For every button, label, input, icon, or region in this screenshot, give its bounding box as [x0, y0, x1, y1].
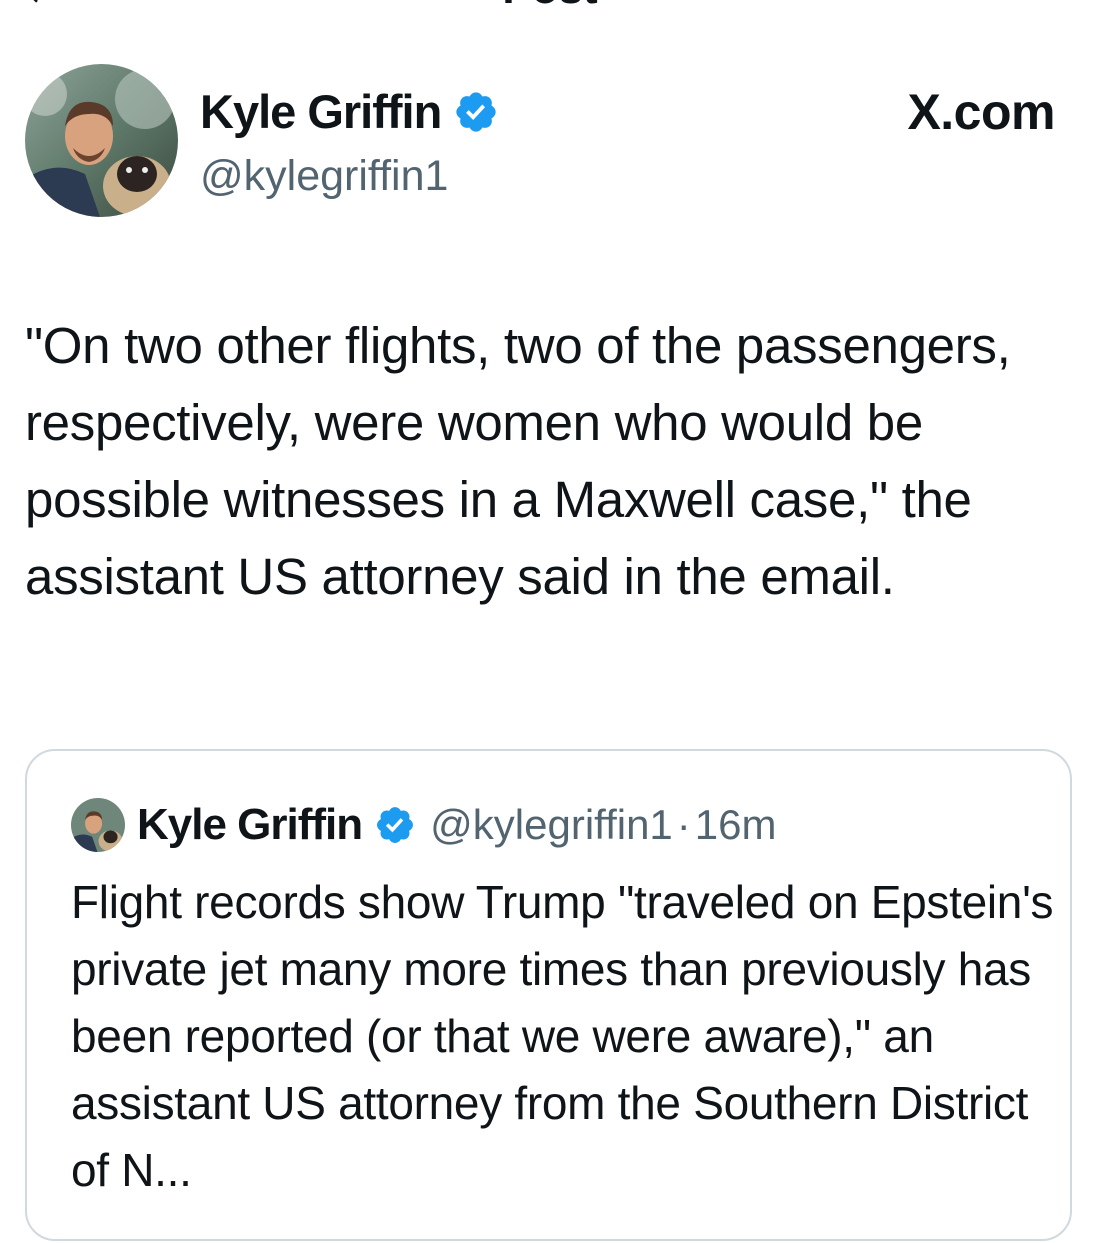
verified-badge-icon [456, 92, 496, 132]
author-handle[interactable]: @kylegriffin1 [200, 148, 448, 204]
quoted-post-card[interactable]: Kyle Griffin @kylegriffin1 · 16m Flight … [25, 749, 1072, 1241]
author-name-text: Kyle Griffin [200, 85, 442, 138]
quoted-author-handle: @kylegriffin1 [430, 801, 673, 848]
site-label: X.com [907, 84, 1055, 140]
quoted-author-avatar [71, 798, 125, 852]
verified-badge-icon [377, 807, 414, 843]
separator-dot: · [676, 801, 691, 848]
quoted-post-header: Kyle Griffin @kylegriffin1 · 16m [137, 795, 777, 855]
author-avatar[interactable] [25, 64, 178, 217]
quoted-post-text: Flight records show Trump "traveled on E… [71, 876, 1054, 1196]
quoted-author-name: Kyle Griffin [137, 800, 363, 849]
post-text: "On two other flights, two of the passen… [25, 317, 1011, 605]
author-name[interactable]: Kyle Griffin [200, 84, 499, 140]
page-title: Post [0, 0, 1100, 12]
quoted-post-time: 16m [694, 801, 777, 848]
